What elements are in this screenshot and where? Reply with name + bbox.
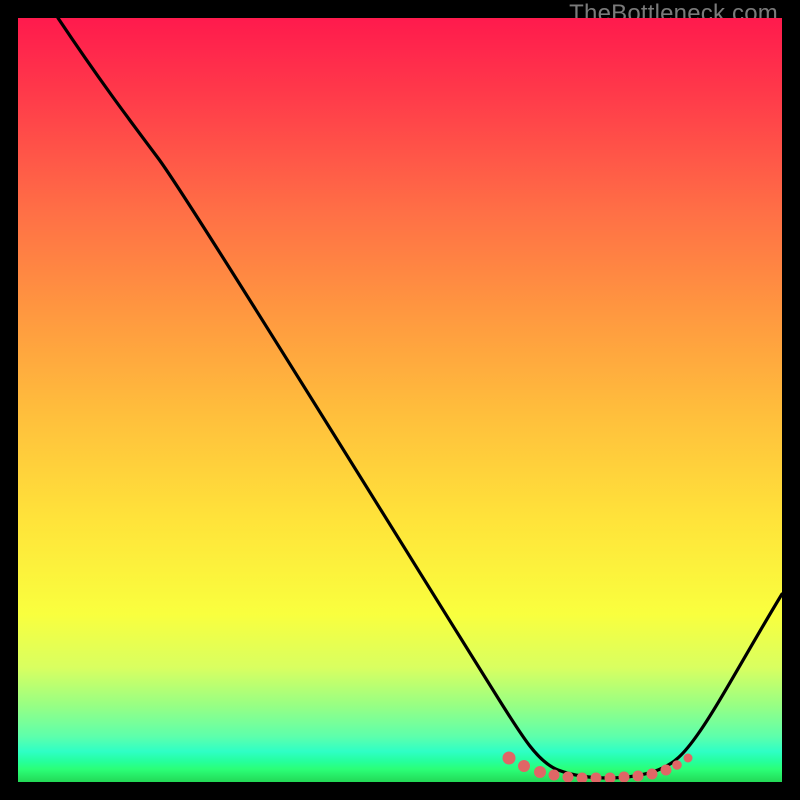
bead — [503, 752, 516, 765]
main-curve — [58, 18, 782, 778]
bead — [534, 766, 546, 778]
bead — [563, 772, 574, 783]
bead — [661, 765, 672, 776]
bead — [577, 773, 588, 783]
bead — [647, 769, 658, 780]
bead — [672, 760, 682, 770]
bead — [633, 771, 644, 782]
bead — [549, 770, 560, 781]
bead — [591, 773, 602, 783]
bead — [684, 754, 693, 763]
bead — [605, 773, 616, 783]
bead — [619, 772, 630, 783]
bead-group — [503, 752, 693, 783]
bead — [518, 760, 530, 772]
curve-svg — [18, 18, 782, 782]
chart-plot-area — [18, 18, 782, 782]
